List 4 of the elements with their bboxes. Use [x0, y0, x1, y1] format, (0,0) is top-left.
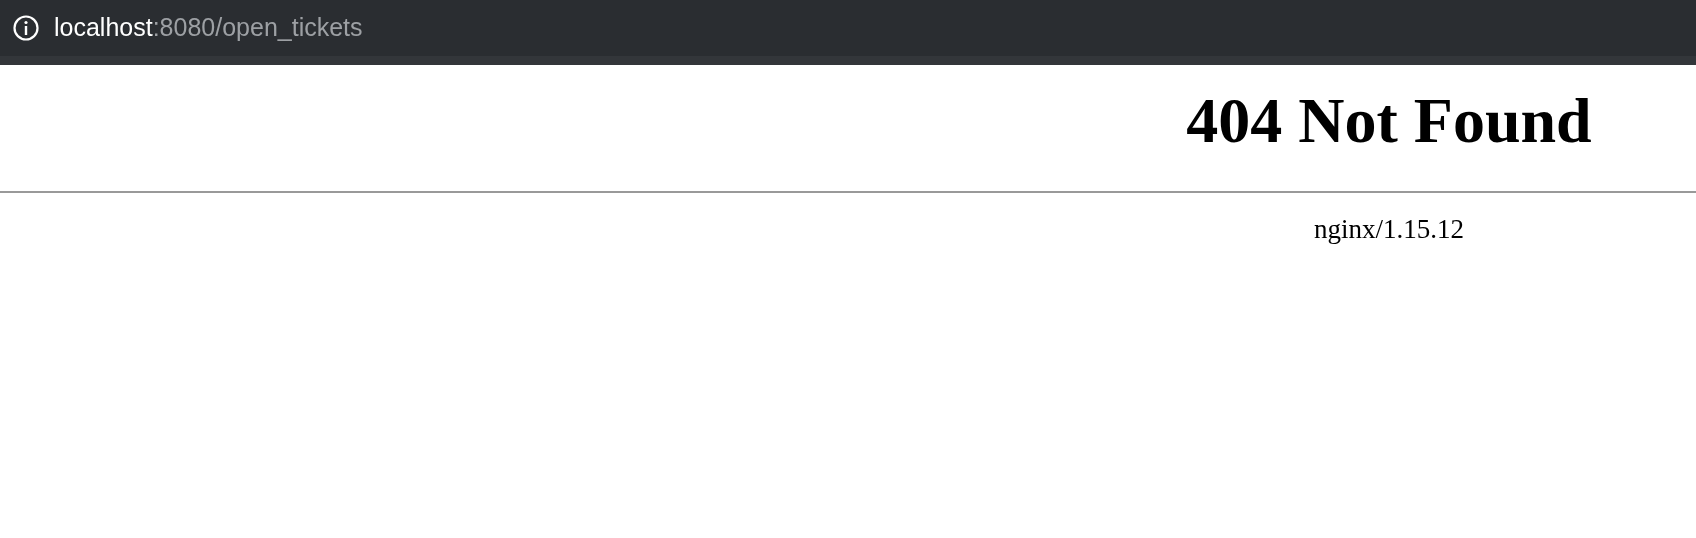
info-icon[interactable]: [12, 14, 40, 42]
page-heading: 404 Not Found: [1185, 89, 1593, 153]
server-version: nginx/1.15.12: [1313, 213, 1465, 246]
address-field[interactable]: localhost:8080/open_tickets: [54, 9, 363, 47]
